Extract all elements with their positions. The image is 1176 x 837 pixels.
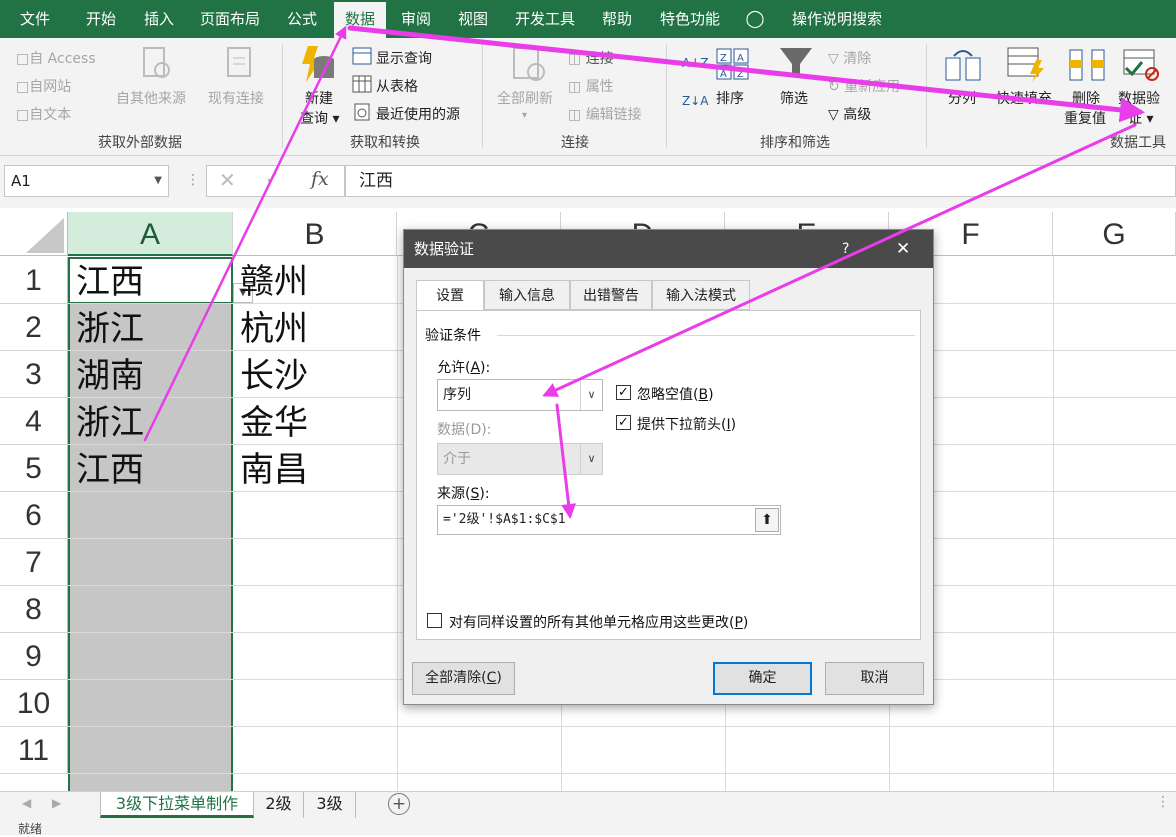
- arrow-to-allow: [542, 123, 1137, 397]
- arrow-to-data-tab: [143, 25, 347, 442]
- arrow-to-validation: [347, 25, 1145, 123]
- arrow-to-source: [555, 403, 577, 519]
- annotation-arrows: [143, 25, 1145, 519]
